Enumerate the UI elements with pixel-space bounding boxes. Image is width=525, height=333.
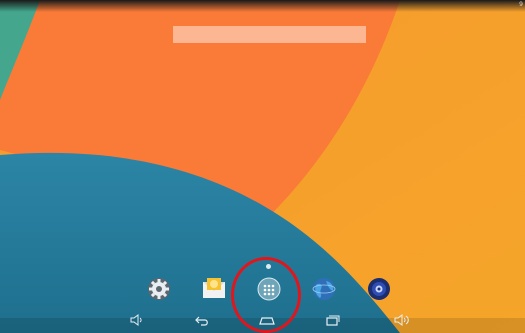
navigation-bar [0, 308, 525, 333]
volume-up-icon[interactable] [393, 312, 411, 328]
globe-icon [312, 278, 336, 300]
back-icon[interactable] [193, 312, 211, 328]
recents-icon[interactable] [323, 312, 341, 328]
settings-app-icon[interactable] [146, 276, 172, 302]
music-app-icon[interactable] [366, 276, 392, 302]
email-app-icon[interactable] [201, 276, 227, 302]
envelope-icon [203, 278, 225, 298]
speaker-icon [368, 278, 390, 300]
browser-app-icon[interactable] [311, 276, 337, 302]
android-home-screen: 9 [0, 0, 525, 333]
status-time: 9 [519, 1, 523, 8]
home-icon[interactable] [258, 312, 276, 328]
search-bar[interactable] [173, 26, 366, 43]
status-bar: 9 [0, 0, 525, 12]
gear-icon [148, 278, 170, 300]
volume-down-icon[interactable] [128, 312, 146, 328]
